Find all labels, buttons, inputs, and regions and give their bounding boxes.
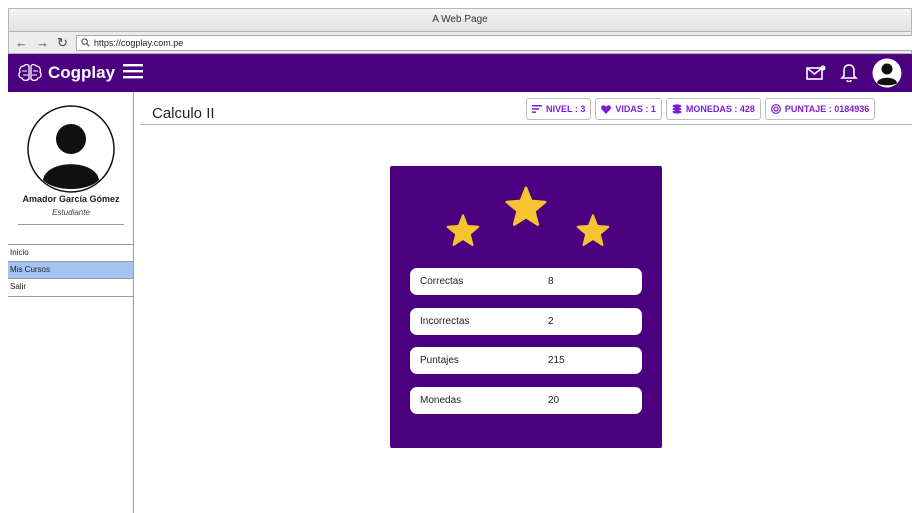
brand-name: Cogplay: [48, 63, 116, 82]
row-label: Incorrectas: [420, 316, 470, 327]
user-role: Estudiante: [52, 208, 90, 217]
row-value: 2: [548, 316, 554, 327]
browser-address-bar: ← → ↻ https://cogplay.com.pe ≡: [8, 32, 912, 54]
row-label: Puntajes: [420, 355, 459, 366]
star-icon: [505, 186, 547, 226]
sidebar-item-mis-cursos[interactable]: Mis Cursos: [8, 262, 133, 279]
puntaje-label: PUNTAJE : 0184936: [784, 104, 870, 114]
results-card: Correctas 8 Incorrectas 2 Puntajes 215 M…: [390, 166, 662, 448]
brand[interactable]: Cogplay: [18, 63, 115, 83]
row-label: Monedas: [420, 395, 462, 406]
profile-avatar-icon: [27, 105, 115, 193]
star-icon: [576, 214, 610, 246]
row-value: 20: [548, 395, 560, 406]
star-icon: [446, 214, 480, 246]
target-icon: [771, 104, 781, 114]
row-label: Correctas: [420, 276, 464, 287]
heart-icon: [601, 104, 612, 114]
divider: [18, 224, 124, 225]
result-row-incorrectas: Incorrectas 2: [410, 308, 642, 335]
url-field[interactable]: https://cogplay.com.pe: [75, 34, 912, 51]
page-title: Calculo II: [152, 105, 215, 122]
monedas-badge[interactable]: MONEDAS : 428: [665, 98, 761, 120]
result-row-monedas: Monedas 20: [410, 387, 642, 414]
search-icon: [81, 38, 90, 47]
sidebar: Amador García Gómez Estudiante Inicio Mi…: [8, 92, 134, 513]
mail-icon[interactable]: [806, 65, 826, 81]
row-value: 8: [548, 276, 554, 287]
browser-title-bar: A Web Page: [8, 8, 912, 32]
divider: [140, 124, 912, 125]
user-avatar-icon[interactable]: [872, 58, 902, 88]
url-text: https://cogplay.com.pe: [93, 37, 184, 48]
result-row-puntajes: Puntajes 215: [410, 347, 642, 374]
back-arrow-icon[interactable]: ←: [15, 36, 28, 49]
sidebar-item-salir[interactable]: Salir: [8, 279, 133, 296]
app-header: Cogplay: [8, 54, 912, 92]
sidebar-item-inicio[interactable]: Inicio: [8, 245, 133, 262]
stats-bar: NIVEL : 3 VIDAS : 1 MONEDAS : 428 PUNTAJ…: [526, 98, 876, 120]
bell-icon[interactable]: [840, 63, 858, 83]
nivel-label: NIVEL : 3: [546, 104, 586, 114]
forward-arrow-icon[interactable]: →: [36, 36, 49, 49]
window-title: A Web Page: [432, 14, 488, 25]
menu-icon[interactable]: [123, 63, 144, 84]
puntaje-badge[interactable]: PUNTAJE : 0184936: [764, 98, 876, 120]
brain-logo-icon: [18, 63, 42, 82]
row-value: 215: [548, 355, 565, 366]
result-row-correctas: Correctas 8: [410, 268, 642, 295]
coins-icon: [672, 104, 682, 114]
reload-icon[interactable]: ↻: [57, 36, 68, 49]
nivel-badge[interactable]: NIVEL : 3: [526, 98, 592, 120]
filter-icon: [532, 105, 542, 113]
vidas-badge[interactable]: VIDAS : 1: [595, 98, 662, 120]
vidas-label: VIDAS : 1: [615, 104, 656, 114]
monedas-label: MONEDAS : 428: [685, 104, 755, 114]
user-name: Amador García Gómez: [22, 194, 120, 204]
sidebar-nav: Inicio Mis Cursos Salir: [8, 244, 134, 297]
